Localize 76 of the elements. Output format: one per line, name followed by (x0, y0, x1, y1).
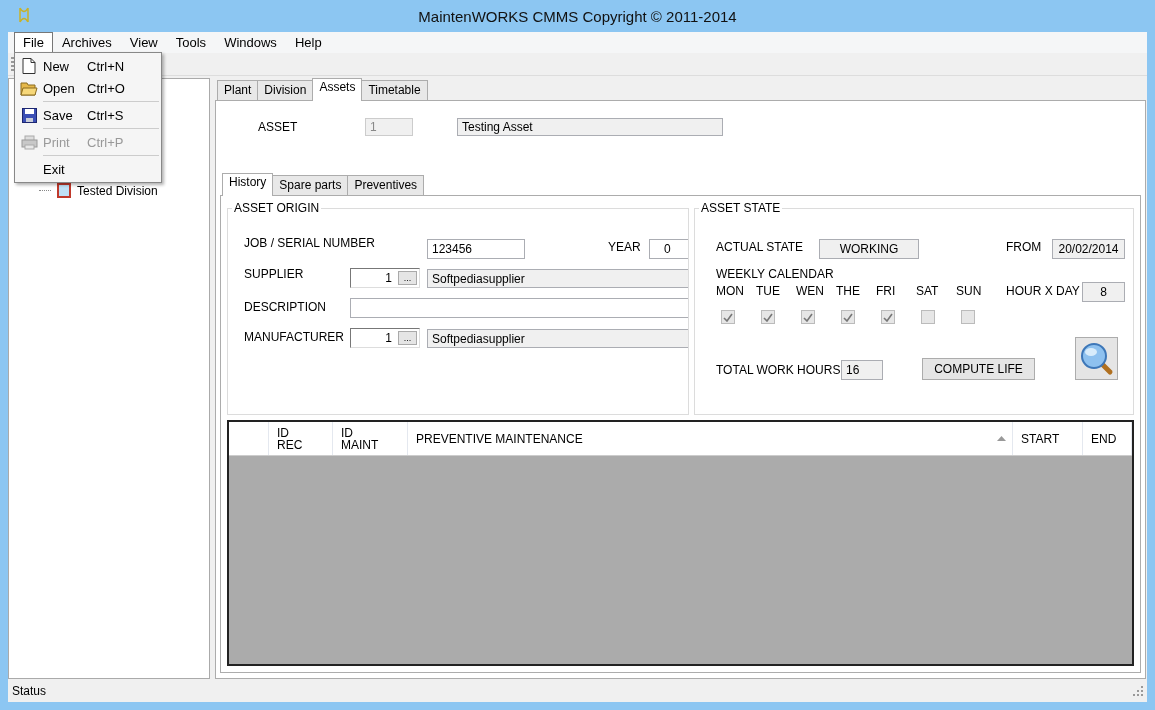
day-label: THE (836, 284, 860, 298)
supplier-name-field: Softpediasupplier (427, 269, 688, 288)
date-field: 20/02/2014 (1052, 239, 1125, 259)
menu-entry[interactable]: New Ctrl+N (15, 55, 161, 77)
menu-entry[interactable]: Save Ctrl+S (15, 104, 161, 126)
day-checkbox[interactable] (801, 310, 815, 324)
browse-button[interactable]: ... (398, 271, 417, 285)
document-icon (22, 58, 36, 74)
compute-life-button[interactable]: COMPUTE LIFE (922, 358, 1035, 380)
column-header[interactable]: ID MAINT (333, 422, 408, 455)
folder-icon (20, 80, 38, 96)
tab[interactable]: Division (257, 80, 314, 100)
tab[interactable]: History (222, 173, 274, 196)
tab[interactable]: Spare parts (272, 175, 349, 195)
field-label: JOB / SERIAL NUMBER (244, 236, 375, 250)
tab[interactable]: Timetable (361, 80, 428, 100)
day-checkbox[interactable] (841, 310, 855, 324)
year-field[interactable]: 0 (649, 239, 688, 259)
app-logo-icon (18, 7, 30, 23)
tab[interactable]: Preventives (347, 175, 425, 195)
column-header[interactable]: PREVENTIVE MAINTENANCE (408, 422, 1013, 455)
tree-item[interactable]: Tested Division (77, 183, 158, 198)
serial-number-field[interactable]: 123456 (427, 239, 525, 259)
total-hours-field: 16 (841, 360, 883, 380)
toolbar-grip[interactable] (11, 57, 14, 71)
field-label: ACTUAL STATE (716, 240, 804, 254)
manufacturer-id-field[interactable]: 1 ... (350, 328, 420, 348)
menu-item[interactable]: Help (285, 32, 331, 53)
search-icon (1079, 341, 1114, 376)
day-label: FRI (876, 284, 896, 298)
field-label: FROM (1006, 240, 1042, 254)
group-title: ASSET ORIGIN (233, 202, 321, 215)
group-title: ASSET STATE (700, 201, 782, 215)
manufacturer-name-field: Softpediasupplier (427, 329, 688, 348)
menu-item[interactable]: View (120, 32, 167, 53)
column-header[interactable]: END (1083, 422, 1132, 455)
printer-icon (20, 134, 38, 150)
menu-item[interactable]: Archives (52, 32, 121, 53)
window-title: MaintenWORKS CMMS Copyright © 2011-2014 (418, 7, 737, 25)
browse-button[interactable]: ... (398, 331, 417, 345)
asset-label: ASSET (258, 120, 299, 134)
supplier-id-field[interactable]: 1 ... (350, 268, 420, 288)
field-label: MANUFACTURER (244, 330, 344, 344)
menu-item[interactable]: Tools (166, 32, 216, 53)
day-checkbox[interactable] (761, 310, 775, 324)
search-button[interactable] (1075, 337, 1118, 380)
resize-grip-icon[interactable] (1133, 685, 1143, 696)
field-label: DESCRIPTION (244, 300, 326, 314)
field-label: YEAR (608, 240, 641, 254)
field-label: HOUR X DAY (1006, 284, 1080, 298)
day-checkbox[interactable] (881, 310, 895, 324)
status-text: Status (12, 683, 47, 698)
tab[interactable]: Plant (217, 80, 259, 100)
day-label: WEN (796, 284, 824, 298)
day-label: SUN (956, 284, 982, 298)
menu-item[interactable]: File (14, 32, 53, 53)
menu-item[interactable]: Windows (215, 32, 286, 53)
division-icon (57, 183, 71, 198)
field-label: SUPPLIER (244, 267, 304, 281)
field-label: WEEKLY CALENDAR (716, 267, 834, 281)
column-header[interactable]: ID REC (269, 422, 333, 455)
menu-entry[interactable]: Exit (15, 158, 161, 180)
description-field[interactable] (350, 298, 688, 318)
day-checkbox[interactable] (961, 310, 975, 324)
actual-state-field: WORKING (819, 239, 919, 259)
day-label: TUE (756, 284, 780, 298)
day-checkbox[interactable] (721, 310, 735, 324)
day-label: MON (716, 284, 744, 298)
day-checkbox[interactable] (921, 310, 935, 324)
column-header[interactable]: START (1013, 422, 1083, 455)
tab[interactable]: Assets (312, 78, 363, 101)
field-label: TOTAL WORK HOURS (716, 363, 841, 377)
asset-name-field[interactable]: Testing Asset (457, 118, 723, 136)
hours-field: 8 (1082, 282, 1125, 302)
day-label: SAT (916, 284, 939, 298)
menu-entry[interactable]: Open Ctrl+O (15, 77, 161, 99)
